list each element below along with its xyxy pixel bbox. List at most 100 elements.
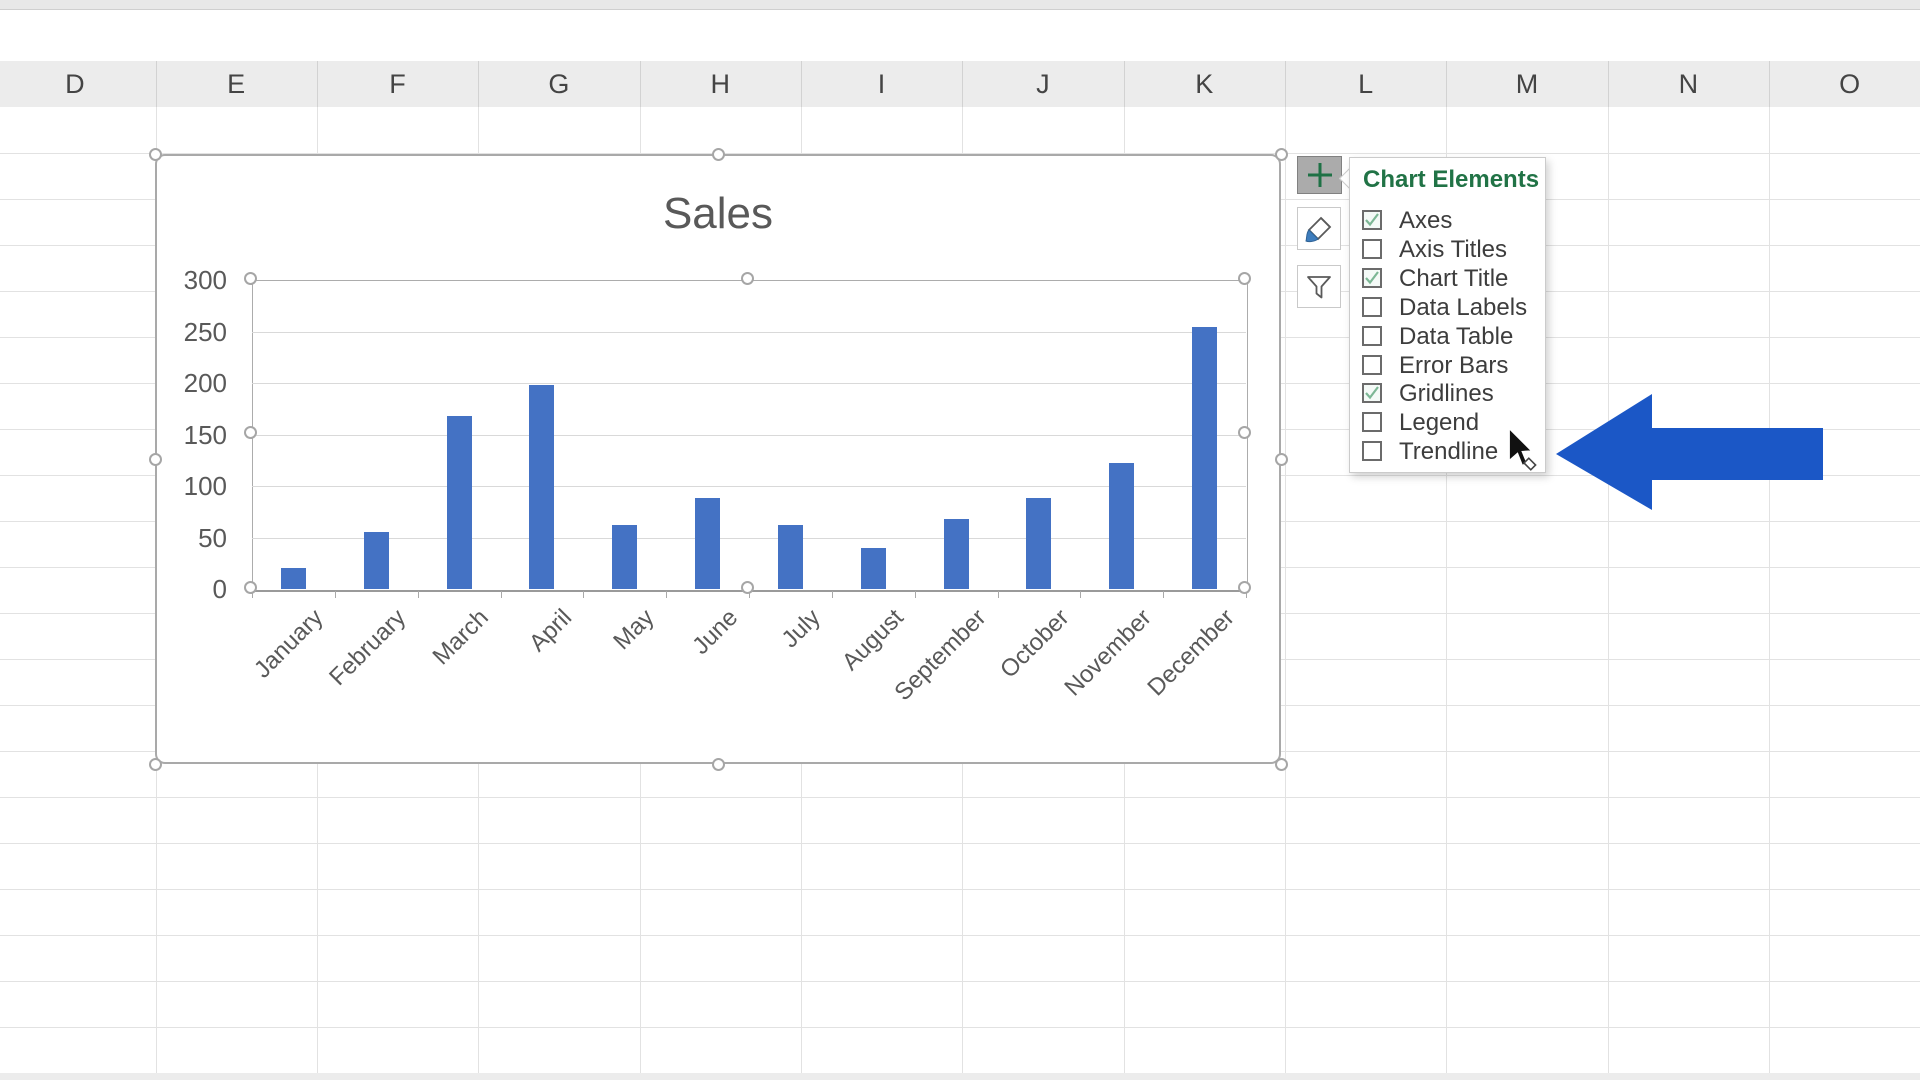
chart-element-item-axis-titles[interactable]: Axis Titles <box>1350 235 1545 264</box>
column-header-H[interactable]: H <box>640 61 802 107</box>
chart-element-label: Error Bars <box>1399 351 1509 379</box>
mouse-cursor <box>1508 426 1537 471</box>
chart-element-item-axes[interactable]: Axes <box>1350 206 1545 235</box>
checkbox-unchecked[interactable] <box>1362 412 1382 433</box>
column-header-M[interactable]: M <box>1446 61 1609 107</box>
plot-selection-handle[interactable] <box>243 426 257 439</box>
bar-june[interactable] <box>695 498 721 589</box>
chart-styles-button[interactable] <box>1297 207 1341 250</box>
bar-september[interactable] <box>943 518 969 589</box>
grid-row-line <box>0 935 1920 936</box>
blue-annotation-arrow <box>1556 394 1823 510</box>
x-axis-tick <box>831 591 833 598</box>
bar-february[interactable] <box>363 532 389 589</box>
bar-march[interactable] <box>446 415 472 589</box>
chart-selection-handle[interactable] <box>1274 147 1288 161</box>
chart-title[interactable]: Sales <box>157 189 1279 239</box>
checkbox-unchecked[interactable] <box>1362 238 1382 259</box>
chart-element-item-data-labels[interactable]: Data Labels <box>1350 293 1545 322</box>
grid-column-line <box>1284 107 1286 1080</box>
column-header-N[interactable]: N <box>1608 61 1770 107</box>
x-axis-label-november: November <box>1059 604 1157 702</box>
grid-row-line <box>0 797 1920 798</box>
y-axis-label: 100 <box>183 471 227 501</box>
column-header-L[interactable]: L <box>1285 61 1448 107</box>
plot-selection-handle[interactable] <box>1237 580 1251 594</box>
plot-selection-handle[interactable] <box>740 580 754 594</box>
bar-november[interactable] <box>1109 463 1135 589</box>
chart-selection-handle[interactable] <box>148 757 162 771</box>
x-axis-tick <box>1080 591 1082 598</box>
column-header-K[interactable]: K <box>1124 61 1286 107</box>
checkmark-icon <box>1365 213 1379 227</box>
chart-selection-handle[interactable] <box>1274 757 1288 771</box>
bar-april[interactable] <box>529 385 555 589</box>
column-header-row: DEFGHIJKLMNO <box>0 61 1920 108</box>
chart-element-label: Legend <box>1399 409 1480 437</box>
chart-selection-handle[interactable] <box>1274 452 1288 466</box>
y-axis-label: 150 <box>183 419 227 450</box>
chart-selection-handle[interactable] <box>148 452 162 466</box>
checkbox-unchecked[interactable] <box>1362 354 1382 375</box>
bar-january[interactable] <box>280 568 306 589</box>
plot-selection-handle[interactable] <box>243 271 257 285</box>
chart-selection-handle[interactable] <box>148 147 162 161</box>
x-axis-tick <box>914 591 916 598</box>
chart-element-label: Chart Title <box>1399 264 1509 292</box>
checkbox-unchecked[interactable] <box>1362 441 1382 462</box>
chart-element-item-error-bars[interactable]: Error Bars <box>1350 351 1545 380</box>
chart-element-label: Axes <box>1399 207 1453 234</box>
grid-column-line <box>1769 107 1770 1080</box>
x-axis-label-june: June <box>686 604 743 660</box>
chart-selection-handle[interactable] <box>711 757 725 771</box>
bar-july[interactable] <box>777 525 803 589</box>
y-axis-label: 300 <box>183 265 227 295</box>
chart-selection-handle[interactable] <box>711 147 725 161</box>
column-header-J[interactable]: J <box>962 61 1125 107</box>
plot-selection-handle[interactable] <box>1237 426 1251 439</box>
y-axis-label: 250 <box>183 316 227 347</box>
y-axis-label: 50 <box>198 522 227 553</box>
x-axis-tick <box>417 591 419 598</box>
bar-october[interactable] <box>1026 498 1052 589</box>
brush-icon <box>1305 216 1332 242</box>
x-axis-label-may: May <box>608 604 660 656</box>
bar-december[interactable] <box>1192 327 1218 589</box>
chart-elements-plus-button[interactable] <box>1297 156 1342 194</box>
chart-element-item-gridlines[interactable]: Gridlines <box>1350 379 1545 408</box>
chart-element-label: Data Table <box>1399 322 1514 350</box>
bar-may[interactable] <box>612 525 638 589</box>
plot-selection-handle[interactable] <box>1237 271 1251 285</box>
grid-row-line <box>0 889 1920 890</box>
chart-element-item-data-table[interactable]: Data Table <box>1350 322 1545 351</box>
chart-filters-button[interactable] <box>1297 265 1341 308</box>
x-axis-label-march: March <box>427 604 495 671</box>
chart-element-item-chart-title[interactable]: Chart Title <box>1350 264 1545 293</box>
chart-gridline <box>252 486 1246 487</box>
x-axis-label-april: April <box>523 604 578 658</box>
plot-selection-handle[interactable] <box>740 271 754 285</box>
column-header-G[interactable]: G <box>478 61 641 107</box>
plot-area[interactable] <box>252 280 1248 592</box>
y-axis-label: 0 <box>212 574 227 604</box>
x-axis-tick <box>500 591 502 598</box>
column-header-E[interactable]: E <box>156 61 318 107</box>
y-axis-label: 200 <box>183 368 227 398</box>
column-header-F[interactable]: F <box>317 61 480 107</box>
formula-bar-area <box>0 10 1920 61</box>
sheet-bottom-strip <box>0 1073 1920 1080</box>
grid-row-line <box>0 1027 1920 1028</box>
x-axis-label-december: December <box>1142 604 1240 702</box>
chart-gridline <box>252 331 1246 333</box>
checkbox-unchecked[interactable] <box>1362 296 1382 317</box>
checkbox-unchecked[interactable] <box>1362 325 1382 346</box>
chart-area[interactable]: Sales 300 250 200 150 100 50 0 January February M… <box>148 147 1288 771</box>
column-header-I[interactable]: I <box>801 61 964 107</box>
column-header-O[interactable]: O <box>1769 61 1920 107</box>
ribbon-bottom-strip <box>0 0 1920 10</box>
grid-column-line <box>1607 107 1609 1080</box>
plot-selection-handle[interactable] <box>243 580 257 594</box>
plus-icon <box>1307 163 1332 187</box>
column-header-D[interactable]: D <box>0 61 157 107</box>
bar-august[interactable] <box>860 547 886 589</box>
